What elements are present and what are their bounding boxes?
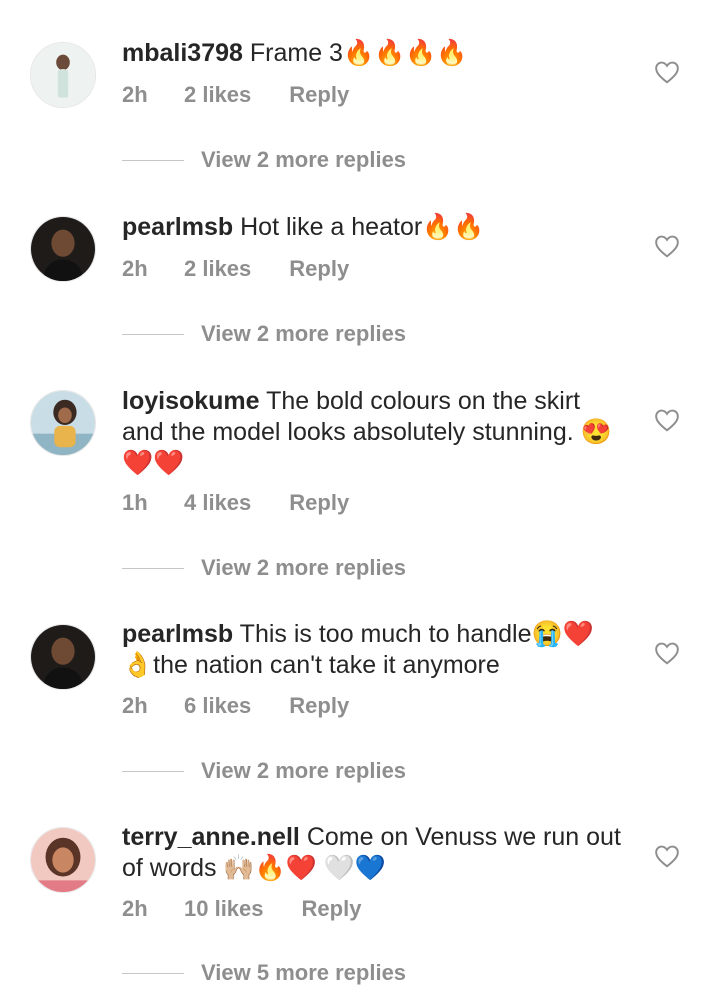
heart-outline-icon[interactable] (654, 60, 680, 84)
reply-button[interactable]: Reply (289, 82, 349, 108)
view-replies-button[interactable]: View 2 more replies (122, 758, 406, 784)
comment-likes[interactable]: 4 likes (184, 490, 251, 516)
avatar[interactable] (30, 827, 96, 893)
view-replies-label[interactable]: View 2 more replies (201, 321, 406, 347)
view-replies-label[interactable]: View 2 more replies (201, 147, 406, 173)
comment-username[interactable]: pearlmsb (122, 213, 233, 241)
comment-time: 2h (122, 256, 148, 281)
heart-outline-icon[interactable] (654, 234, 680, 258)
comment-meta: 2h 2 likes Reply (122, 256, 349, 282)
view-replies-label[interactable]: View 5 more replies (201, 960, 406, 986)
comment-text: pearlmsb This is too much to handle😭❤️ 👌… (122, 619, 627, 681)
comment-text: loyisokume The bold colours on the skirt… (122, 386, 627, 479)
comment-meta: 1h 4 likes Reply (122, 490, 349, 516)
reply-button[interactable]: Reply (289, 693, 349, 719)
comment-time: 2h (122, 896, 148, 921)
divider (122, 972, 184, 974)
comment-text: pearlmsb Hot like a heator🔥🔥 (122, 212, 627, 243)
comment-meta: 2h 2 likes Reply (122, 82, 349, 108)
view-replies-button[interactable]: View 2 more replies (122, 321, 406, 347)
comment-likes[interactable]: 10 likes (184, 896, 264, 922)
avatar[interactable] (30, 42, 96, 108)
comment-username[interactable]: pearlmsb (122, 620, 233, 648)
heart-outline-icon[interactable] (654, 408, 680, 432)
comment-username[interactable]: mbali3798 (122, 39, 243, 67)
comment-text: terry_anne.nell Come on Venuss we run ou… (122, 822, 627, 884)
comment-username[interactable]: loyisokume (122, 387, 260, 415)
divider (122, 333, 184, 335)
heart-outline-icon[interactable] (654, 844, 680, 868)
view-replies-button[interactable]: View 2 more replies (122, 555, 406, 581)
comment-body: Frame 3🔥🔥🔥🔥 (249, 39, 468, 67)
avatar[interactable] (30, 624, 96, 690)
comment-text: mbali3798 Frame 3🔥🔥🔥🔥 (122, 38, 627, 69)
comment-meta: 2h 10 likes Reply (122, 896, 361, 922)
comment-time: 1h (122, 490, 148, 515)
view-replies-button[interactable]: View 5 more replies (122, 960, 406, 986)
divider (122, 159, 184, 161)
comment-meta: 2h 6 likes Reply (122, 693, 349, 719)
divider (122, 567, 184, 569)
avatar[interactable] (30, 390, 96, 456)
reply-button[interactable]: Reply (302, 896, 362, 922)
heart-outline-icon[interactable] (654, 641, 680, 665)
view-replies-label[interactable]: View 2 more replies (201, 758, 406, 784)
comment-time: 2h (122, 693, 148, 718)
view-replies-label[interactable]: View 2 more replies (201, 555, 406, 581)
reply-button[interactable]: Reply (289, 490, 349, 516)
view-replies-button[interactable]: View 2 more replies (122, 147, 406, 173)
avatar[interactable] (30, 216, 96, 282)
comment-likes[interactable]: 2 likes (184, 82, 251, 108)
comment-likes[interactable]: 2 likes (184, 256, 251, 282)
divider (122, 770, 184, 772)
reply-button[interactable]: Reply (289, 256, 349, 282)
comment-body: Hot like a heator🔥🔥 (240, 213, 485, 241)
comment-username[interactable]: terry_anne.nell (122, 823, 300, 851)
comment-time: 2h (122, 82, 148, 107)
comment-likes[interactable]: 6 likes (184, 693, 251, 719)
